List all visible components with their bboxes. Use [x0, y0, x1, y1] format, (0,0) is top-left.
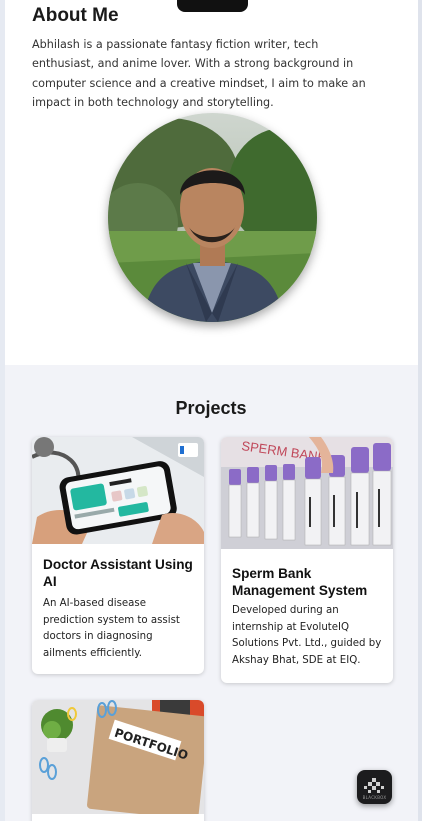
about-title: About Me — [32, 5, 119, 26]
about-text: Abhilash is a passionate fantasy fiction… — [32, 38, 366, 110]
project-card[interactable]: SPERM BANK Sperm Bank Management System … — [221, 437, 393, 683]
project-title: Doctor Assistant Using AI — [43, 557, 193, 589]
project-card[interactable]: Doctor Assistant Using AI An AI-based di… — [32, 437, 204, 674]
project-image: PORTFOLIO — [32, 700, 204, 814]
project-card[interactable]: PORTFOLIO — [32, 700, 204, 821]
fab-label: BLACKBOX — [362, 795, 387, 800]
project-title: Sperm Bank Management System — [232, 566, 368, 598]
profile-avatar — [108, 113, 317, 322]
projects-title: Projects — [175, 398, 247, 418]
project-description: Developed during an internship at Evolut… — [232, 605, 382, 666]
blackbox-fab-button[interactable]: BLACKBOX — [357, 770, 392, 804]
project-image — [32, 437, 204, 544]
project-description: An AI-based disease prediction system to… — [43, 598, 180, 659]
project-image: SPERM BANK — [221, 437, 393, 549]
device-notch — [177, 0, 248, 12]
